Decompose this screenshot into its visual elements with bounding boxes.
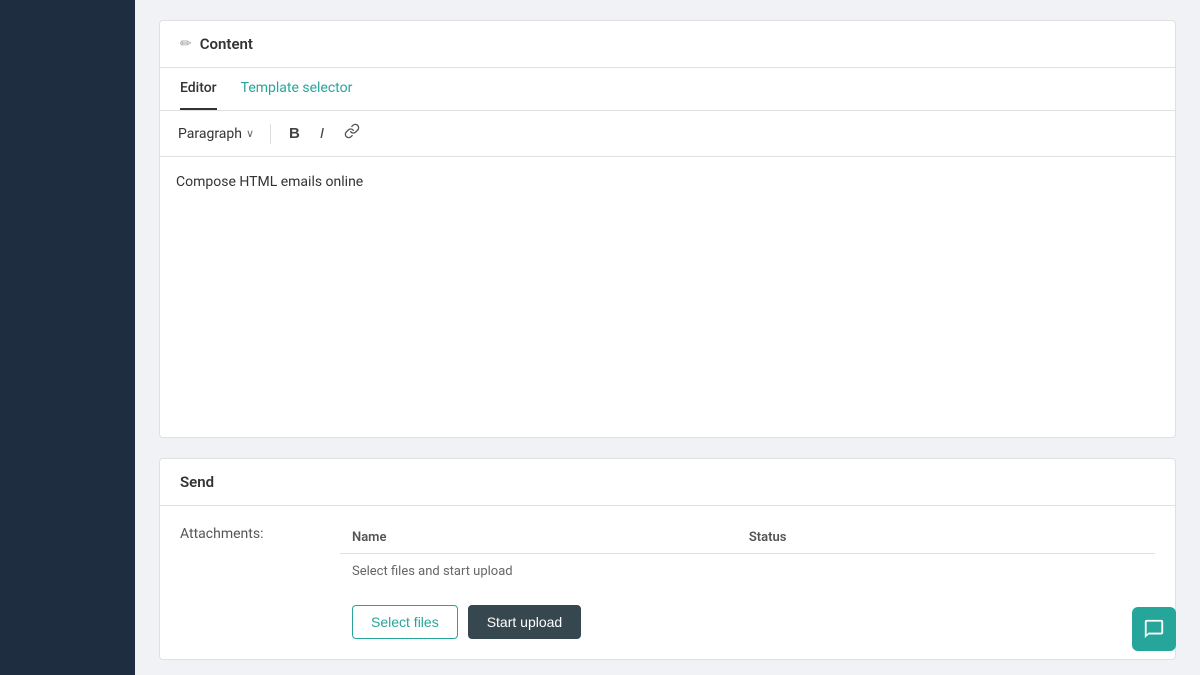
content-card-header: ✏ Content bbox=[160, 21, 1175, 68]
toolbar-divider bbox=[270, 124, 271, 144]
tab-template-selector[interactable]: Template selector bbox=[241, 68, 353, 110]
paragraph-select[interactable]: Paragraph ∨ bbox=[174, 124, 258, 144]
upload-hint-text: Select files and start upload bbox=[340, 554, 1155, 590]
upload-buttons-row: Select files Start upload bbox=[340, 601, 1155, 643]
italic-button[interactable]: I bbox=[314, 123, 330, 144]
paragraph-label: Paragraph bbox=[178, 126, 242, 142]
col-status-header: Status bbox=[737, 522, 1155, 554]
editor-toolbar: Paragraph ∨ B I bbox=[160, 111, 1175, 157]
select-files-button[interactable]: Select files bbox=[352, 605, 458, 639]
tabs-bar: Editor Template selector bbox=[160, 68, 1175, 111]
editor-content[interactable]: Compose HTML emails online bbox=[160, 157, 1175, 437]
start-upload-button[interactable]: Start upload bbox=[468, 605, 582, 639]
content-card: ✏ Content Editor Template selector Parag… bbox=[159, 20, 1176, 438]
sidebar bbox=[0, 0, 135, 675]
attachments-table: Name Status Select files and start uploa… bbox=[340, 522, 1155, 589]
paragraph-chevron-icon: ∨ bbox=[246, 127, 254, 140]
attachments-right: Name Status Select files and start uploa… bbox=[340, 522, 1155, 643]
main-content: ✏ Content Editor Template selector Parag… bbox=[135, 0, 1200, 675]
upload-hint-row: Select files and start upload bbox=[340, 554, 1155, 590]
send-card-header: Send bbox=[160, 459, 1175, 506]
pencil-icon: ✏ bbox=[180, 36, 192, 52]
attachments-label: Attachments: bbox=[180, 522, 340, 542]
content-card-title: Content bbox=[200, 35, 253, 53]
bold-button[interactable]: B bbox=[283, 123, 306, 144]
attachments-section: Attachments: Name Status Select files an… bbox=[160, 506, 1175, 659]
editor-area: Paragraph ∨ B I Compose HTML emails onli… bbox=[160, 111, 1175, 437]
tab-editor[interactable]: Editor bbox=[180, 68, 217, 110]
col-name-header: Name bbox=[340, 522, 737, 554]
link-button[interactable] bbox=[338, 121, 366, 146]
send-card: Send Attachments: Name Status Select fil… bbox=[159, 458, 1176, 660]
chat-fab[interactable] bbox=[1132, 607, 1176, 651]
send-card-title: Send bbox=[180, 473, 214, 491]
